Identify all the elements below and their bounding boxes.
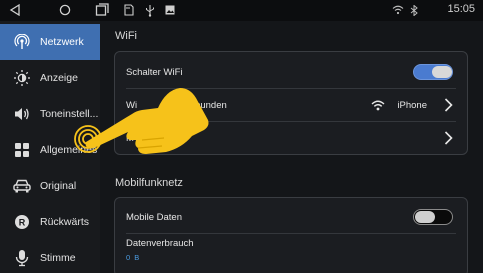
- section-title-mobilfunknetz: Mobilfunknetz: [115, 177, 183, 189]
- sidebar-item-label: Netzwerk: [40, 36, 84, 48]
- back-icon[interactable]: [8, 2, 22, 18]
- section-title-wifi: WiFi: [115, 30, 137, 42]
- recents-icon[interactable]: [94, 2, 110, 18]
- clock: 15:05: [447, 3, 475, 15]
- sidebar-item-netzwerk[interactable]: Netzwerk: [0, 24, 100, 60]
- sidebar-item-label: Original: [40, 180, 77, 192]
- bluetooth-icon: [409, 2, 419, 18]
- mobile-data-row[interactable]: Mobile Daten: [115, 201, 467, 233]
- reverse-icon: R: [8, 214, 36, 230]
- home-icon[interactable]: [58, 2, 72, 18]
- wifi-switch-label: Schalter WiFi: [126, 66, 183, 78]
- mobile-data-label: Mobile Daten: [126, 211, 182, 223]
- pointing-hand-icon: [72, 82, 217, 167]
- chevron-right-icon: [444, 131, 453, 150]
- mobile-card: Mobile Daten Datenverbrauch 0 B: [114, 197, 468, 273]
- usb-icon: [144, 2, 156, 18]
- sidebar-item-original[interactable]: Original: [0, 168, 100, 204]
- speaker-icon: [8, 106, 36, 122]
- sidebar-item-label: Rückwärts: [40, 216, 90, 228]
- gallery-icon: [164, 2, 176, 18]
- sidebar-item-stimme[interactable]: Stimme: [0, 240, 100, 273]
- sd-card-icon: [123, 2, 135, 18]
- data-usage-label: Datenverbrauch: [126, 238, 194, 249]
- brightness-icon: [8, 69, 36, 87]
- grid-icon: [8, 142, 36, 158]
- chevron-right-icon: [444, 98, 453, 117]
- microphone-icon: [8, 249, 36, 267]
- wifi-strength-icon: [371, 100, 385, 111]
- data-usage-value: 0 B: [126, 253, 141, 262]
- wifi-network-name: iPhone: [397, 99, 427, 111]
- data-usage-row[interactable]: Datenverbrauch 0 B: [115, 234, 467, 273]
- svg-text:R: R: [19, 218, 26, 228]
- car-icon: [8, 179, 36, 193]
- toggle-knob: [432, 66, 452, 78]
- sidebar-item-rueckwaerts[interactable]: R Rückwärts: [0, 204, 100, 240]
- wifi-signal-icon: [391, 2, 405, 18]
- wifi-toggle[interactable]: [413, 64, 453, 80]
- sidebar-item-label: Stimme: [40, 252, 76, 264]
- toggle-knob: [415, 211, 435, 223]
- mobile-data-toggle[interactable]: [413, 209, 453, 225]
- wifi-connected-value: iPhone: [371, 100, 427, 111]
- status-bar: 15:05: [0, 0, 483, 21]
- antenna-icon: [8, 34, 36, 50]
